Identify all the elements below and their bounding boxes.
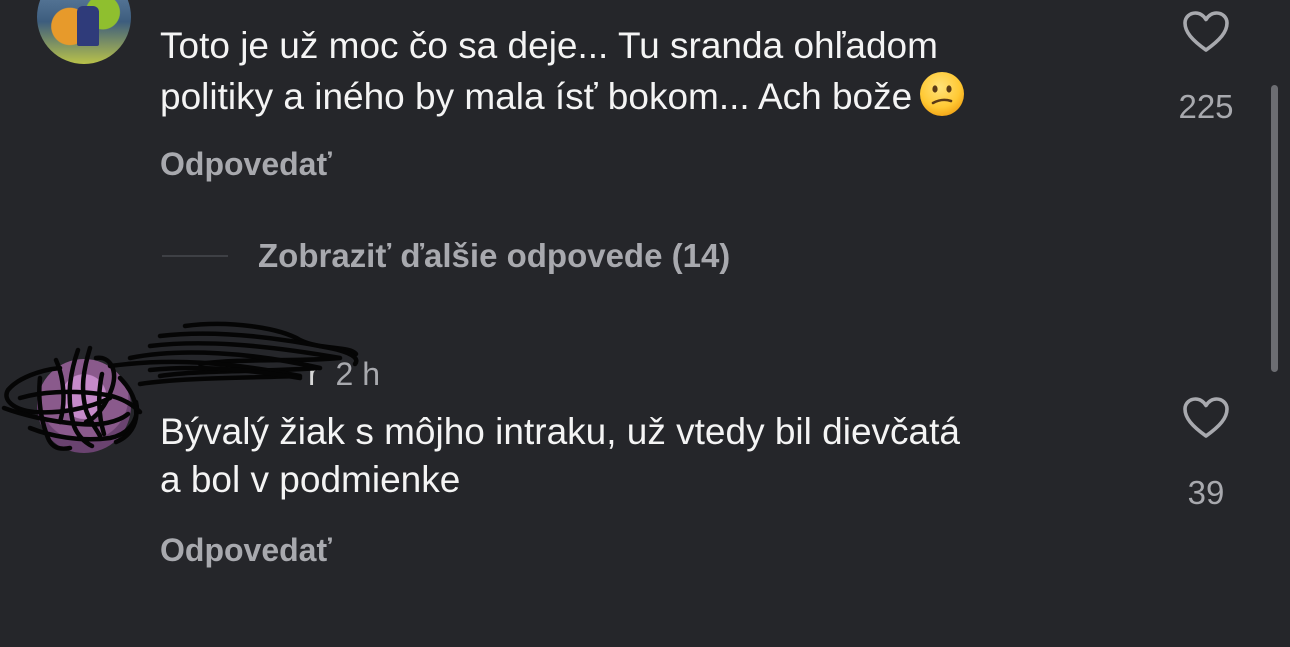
heart-icon[interactable]: [1182, 396, 1230, 440]
view-more-replies-label: Zobraziť ďalšie odpovede (14): [258, 237, 731, 274]
avatar[interactable]: [37, 0, 131, 64]
comment-text-line: Toto je už moc čo sa deje... Tu sranda o…: [160, 25, 938, 66]
divider: [162, 255, 228, 257]
view-more-replies-button[interactable]: Zobraziť ďalšie odpovede (14): [162, 236, 730, 276]
like-control: 39: [1166, 396, 1246, 512]
comment-text: Bývalý žiak s môjho intraku, už vtedy bi…: [160, 408, 960, 504]
comment-text-line: a bol v podmienke: [160, 459, 461, 500]
like-count: 39: [1187, 474, 1225, 511]
comment-text-line: Bývalý žiak s môjho intraku, už vtedy bi…: [160, 411, 960, 452]
like-control: 225: [1166, 10, 1246, 126]
reply-button[interactable]: Odpovedať: [160, 146, 332, 183]
comment-text: Toto je už moc čo sa deje... Tu sranda o…: [160, 22, 966, 121]
comment-text-line: politiky a iného by mala ísť bokom... Ac…: [160, 76, 913, 117]
confused-face-emoji: [920, 72, 965, 116]
reply-button[interactable]: Odpovedať: [160, 532, 332, 569]
like-count: 225: [1178, 88, 1234, 125]
comments-screen: Toto je už moc čo sa deje... Tu sranda o…: [0, 0, 1290, 647]
scrollbar[interactable]: [1271, 85, 1278, 372]
heart-icon[interactable]: [1182, 10, 1230, 54]
